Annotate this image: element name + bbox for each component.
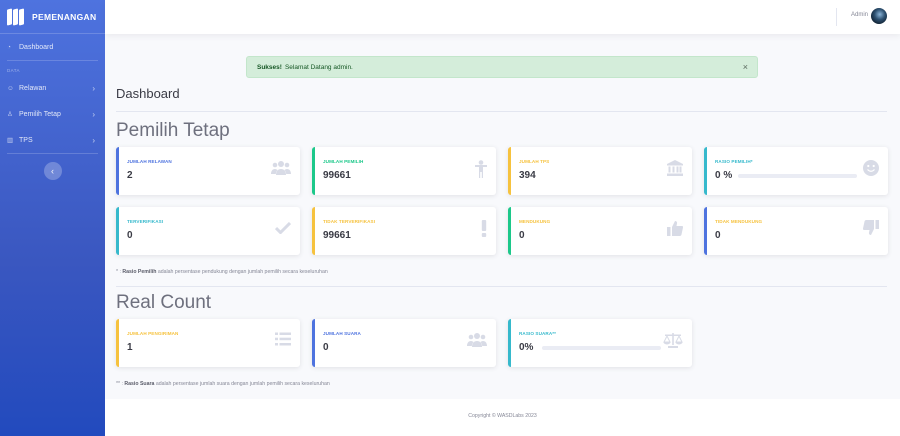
sidebar-item-relawan[interactable]: ☺ Relawan › <box>0 75 105 101</box>
card-label: JUMLAH SUARA <box>323 331 361 336</box>
sidebar-item-label: TPS <box>19 136 33 144</box>
avatar[interactable] <box>871 8 887 24</box>
section-title-realcount: Real Count <box>116 292 212 313</box>
sidebar-item-dashboard[interactable]: ◔ Dashboard <box>0 34 105 60</box>
chevron-right-icon: › <box>92 109 95 119</box>
sidebar-heading: DATA <box>7 68 20 73</box>
chevron-left-icon: ‹ <box>51 166 54 176</box>
brand-logo-icon <box>7 7 26 26</box>
note-text: adalah persentase jumlah suara dengan ju… <box>155 381 330 387</box>
card-jumlah-tps: JUMLAH TPS 394 <box>508 147 692 195</box>
section-title-pemilih: Pemilih Tetap <box>116 120 230 141</box>
person-icon <box>475 160 487 181</box>
card-label: JUMLAH PEMILIH <box>323 159 364 164</box>
divider <box>116 286 887 287</box>
card-label: TIDAK TERVERIFIKASI <box>323 219 376 224</box>
alert-strong: Sukses! <box>257 63 282 71</box>
card-value: 1 <box>127 342 133 353</box>
card-label: JUMLAH TPS <box>519 159 550 164</box>
sidebar: PEMENANGAN ◔ Dashboard DATA ☺ Relawan › … <box>0 0 105 436</box>
users-icon: ☺ <box>7 84 14 92</box>
chevron-right-icon: › <box>92 135 95 145</box>
card-label: RASIO SUARA** <box>519 331 557 336</box>
thumbs-up-icon <box>667 220 684 239</box>
note-rasio-pemilih: * : Rasio Pemilih adalah persentase pend… <box>116 269 328 275</box>
brand[interactable]: PEMENANGAN <box>0 0 105 34</box>
sidebar-toggle-button[interactable]: ‹ <box>43 162 62 180</box>
topbar: Admin <box>105 0 900 34</box>
card-rasio-pemilih: RASIO PEMILIH* 0 % <box>704 147 888 195</box>
card-value: 0 <box>323 342 329 353</box>
note-text: adalah persentase pendukung dengan jumla… <box>157 269 328 275</box>
note-rasio-suara: ** : Rasio Suara adalah persentase jumla… <box>116 381 330 387</box>
card-value: 0 % <box>715 170 733 181</box>
card-rasio-suara: RASIO SUARA** 0% <box>508 319 692 367</box>
note-prefix: ** : <box>116 381 123 387</box>
card-jumlah-relawan: JUMLAH RELAWAN 2 <box>116 147 300 195</box>
exclamation-icon <box>481 220 487 240</box>
sidebar-item-label: Relawan <box>19 84 47 92</box>
tachometer-icon: ◔ <box>7 43 11 51</box>
building-icon: ▥ <box>7 137 14 144</box>
card-value: 2 <box>127 170 133 181</box>
close-icon[interactable]: × <box>743 62 748 72</box>
sidebar-item-tps[interactable]: ▥ TPS › <box>0 127 105 153</box>
card-label: MENDUKUNG <box>519 219 551 224</box>
card-tidak-terverifikasi: TIDAK TERVERIFIKASI 99661 <box>312 207 496 255</box>
card-value: 0 <box>127 230 133 241</box>
progress-bar <box>738 174 857 178</box>
balance-scale-icon <box>663 332 683 351</box>
card-value: 0% <box>519 342 534 353</box>
note-prefix: * : <box>116 269 121 275</box>
copyright-text: Copyright © WASDLabs 2023 <box>468 413 537 419</box>
sidebar-divider <box>7 153 98 154</box>
alert-message: Selamat Datang admin. <box>284 63 353 71</box>
main-content: Sukses! Selamat Datang admin. × Dashboar… <box>105 34 900 436</box>
card-value: 99661 <box>323 170 351 181</box>
card-label: RASIO PEMILIH* <box>715 159 753 164</box>
card-jumlah-pemilih: JUMLAH PEMILIH 99661 <box>312 147 496 195</box>
check-icon <box>274 220 292 237</box>
users-icon <box>271 160 291 179</box>
chevron-right-icon: › <box>92 83 95 93</box>
card-terverifikasi: TERVERIFIKASI 0 <box>116 207 300 255</box>
card-jumlah-suara: JUMLAH SUARA 0 <box>312 319 496 367</box>
success-alert: Sukses! Selamat Datang admin. × <box>246 56 758 78</box>
topbar-divider <box>836 8 837 26</box>
footer: Copyright © WASDLabs 2023 <box>105 399 900 436</box>
card-value: 0 <box>715 230 721 241</box>
building-icon <box>667 160 683 179</box>
card-tidak-mendukung: TIDAK MENDUKUNG 0 <box>704 207 888 255</box>
sidebar-item-label: Dashboard <box>19 43 54 51</box>
card-label: JUMLAH PENGIRIMAN <box>127 331 179 336</box>
card-label: TIDAK MENDUKUNG <box>715 219 763 224</box>
smile-icon <box>863 160 879 179</box>
person-icon: ♙ <box>7 111 13 118</box>
progress-bar <box>542 346 661 350</box>
list-icon <box>275 332 291 349</box>
thumbs-down-icon <box>862 220 879 239</box>
card-value: 99661 <box>323 230 351 241</box>
page-title: Dashboard <box>116 86 180 101</box>
card-mendukung: MENDUKUNG 0 <box>508 207 692 255</box>
card-value: 0 <box>519 230 525 241</box>
card-jumlah-pengiriman: JUMLAH PENGIRIMAN 1 <box>116 319 300 367</box>
divider <box>116 111 887 112</box>
user-name[interactable]: Admin <box>851 12 868 18</box>
brand-name: PEMENANGAN <box>32 11 97 22</box>
users-icon <box>467 332 487 351</box>
sidebar-item-pemilih-tetap[interactable]: ♙ Pemilih Tetap › <box>0 101 105 127</box>
note-term: Rasio Pemilih <box>122 269 157 275</box>
card-label: JUMLAH RELAWAN <box>127 159 172 164</box>
card-value: 394 <box>519 170 536 181</box>
card-label: TERVERIFIKASI <box>127 219 164 224</box>
sidebar-item-label: Pemilih Tetap <box>19 110 61 118</box>
note-term: Rasio Suara <box>124 381 155 387</box>
